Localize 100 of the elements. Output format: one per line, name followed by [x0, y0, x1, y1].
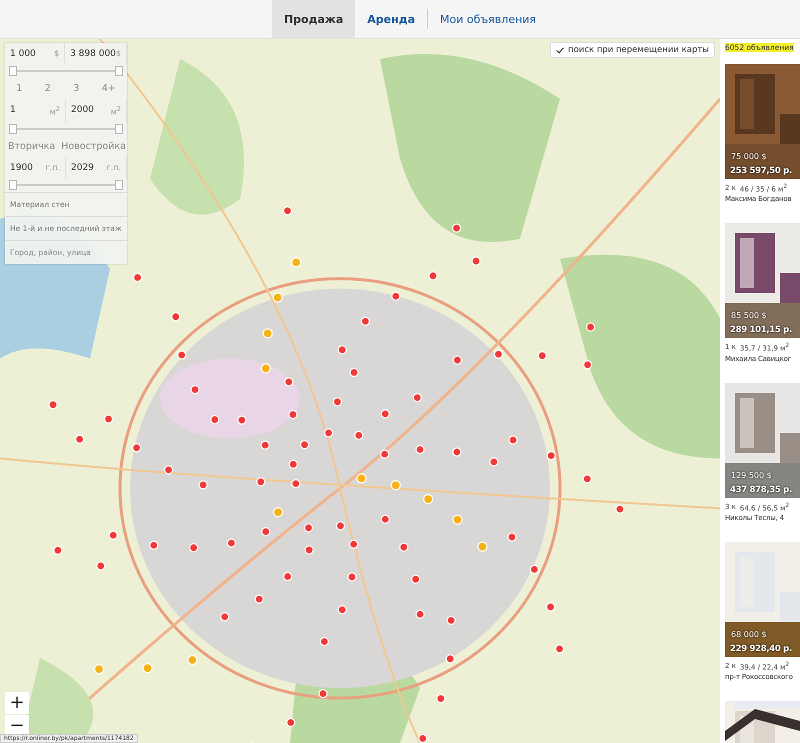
map-pin[interactable] — [336, 521, 346, 530]
map-pin[interactable] — [471, 256, 481, 266]
map-pin[interactable] — [347, 572, 357, 582]
map-pin[interactable] — [452, 224, 462, 233]
map-pin[interactable] — [428, 271, 438, 280]
map-pin[interactable] — [283, 572, 292, 582]
map-pin[interactable] — [380, 409, 390, 418]
map-pin[interactable] — [538, 351, 547, 360]
slider-handle[interactable] — [115, 66, 123, 76]
map-pin[interactable] — [380, 450, 390, 459]
map-pin[interactable] — [399, 542, 408, 552]
map-pin[interactable] — [304, 545, 314, 555]
map-pin[interactable] — [508, 435, 518, 445]
map-pin[interactable] — [338, 345, 347, 354]
price-byn: 437 878,35 р. — [730, 484, 792, 495]
map-pin[interactable] — [582, 474, 592, 484]
input-field[interactable]: 1 м$^{2}$ — [5, 99, 66, 123]
map-pin[interactable] — [254, 594, 264, 604]
map-pin[interactable] — [416, 610, 425, 619]
map-pin[interactable] — [288, 410, 298, 420]
input-field[interactable]: 1 000 $ — [5, 43, 66, 65]
map-pin[interactable] — [452, 447, 462, 457]
map-pin[interactable] — [354, 430, 364, 440]
search-on-move-checkbox[interactable]: поиск при перемещении карты — [550, 42, 715, 58]
map-pin[interactable] — [411, 574, 420, 584]
map-pin[interactable] — [418, 734, 428, 743]
map-pin[interactable] — [189, 543, 198, 552]
map-pin[interactable] — [96, 561, 106, 570]
map-pin[interactable] — [507, 532, 517, 542]
price-usd: 68 000 $ — [731, 630, 767, 639]
map-pin[interactable] — [452, 355, 462, 365]
map-pin[interactable] — [391, 292, 400, 301]
map-pin[interactable] — [171, 312, 180, 322]
map-pin[interactable] — [190, 384, 200, 394]
map-pin[interactable] — [108, 530, 118, 540]
price-usd: 129 500 $ — [731, 470, 772, 480]
map-pin[interactable] — [349, 368, 359, 378]
map-pin[interactable] — [177, 350, 186, 360]
map-pin[interactable] — [338, 605, 347, 614]
map-pin[interactable] — [133, 272, 142, 282]
map-pin[interactable] — [583, 360, 592, 370]
map-pin[interactable] — [53, 546, 62, 555]
map-pin[interactable] — [256, 477, 266, 486]
map-pin[interactable] — [415, 444, 425, 454]
map-pin[interactable] — [586, 322, 596, 332]
map-pin[interactable] — [304, 523, 314, 532]
map-pin[interactable] — [282, 206, 292, 216]
tab[interactable]: Аренда — [355, 0, 428, 38]
map-pin[interactable] — [75, 434, 84, 444]
map-pin[interactable] — [300, 440, 310, 450]
input-field[interactable]: 1900 г.п. — [5, 156, 66, 179]
map-pin[interactable] — [164, 465, 174, 474]
map-pin[interactable] — [554, 644, 564, 654]
map-pin[interactable] — [360, 316, 370, 326]
input-field[interactable]: 2029 г.п. — [66, 156, 127, 179]
map-pin[interactable] — [530, 564, 539, 574]
slider-handle[interactable] — [115, 124, 123, 134]
slider-handle[interactable] — [9, 124, 17, 134]
map-pin[interactable] — [132, 443, 142, 452]
map-pin[interactable] — [210, 414, 220, 424]
map-pin[interactable] — [436, 694, 446, 704]
map-pin[interactable] — [546, 602, 556, 612]
map-pin[interactable] — [260, 440, 270, 450]
price-byn: 229 928,40 р. — [730, 644, 792, 654]
price-byn: 253 597,50 р. — [730, 166, 792, 176]
map-pin[interactable] — [104, 414, 114, 424]
map-pin[interactable] — [261, 527, 270, 536]
slider-handle[interactable] — [9, 66, 17, 76]
map-pin[interactable] — [237, 416, 246, 425]
map-pin[interactable] — [198, 480, 208, 490]
map-pin[interactable] — [320, 636, 329, 646]
map-pin[interactable] — [220, 612, 230, 622]
map-pin[interactable] — [349, 540, 358, 549]
map-pin[interactable] — [324, 428, 334, 438]
map-pin[interactable] — [494, 350, 504, 359]
map-pin[interactable] — [446, 616, 456, 625]
price-byn: 289 101,15 р. — [730, 325, 792, 336]
price-usd: 85 500 $ — [731, 311, 767, 320]
map-pin[interactable] — [149, 540, 158, 550]
map-pin[interactable] — [291, 479, 300, 488]
map-pin[interactable] — [48, 400, 58, 410]
input-field[interactable]: 2000 м$^{2}$ — [66, 99, 127, 123]
map-pin[interactable] — [615, 504, 624, 514]
tab[interactable]: Мои объявления — [428, 0, 548, 38]
slider-handle[interactable] — [9, 180, 17, 190]
map-pin[interactable] — [318, 689, 328, 698]
map-pin[interactable] — [288, 460, 298, 469]
map-pin[interactable] — [489, 457, 498, 466]
input-field[interactable]: 3 898 000$ — [65, 43, 127, 65]
map-pin[interactable] — [546, 451, 556, 460]
slider-handle[interactable] — [115, 180, 123, 190]
tab[interactable]: Продажа — [272, 0, 356, 38]
map-pin[interactable] — [226, 538, 236, 548]
map-pin[interactable] — [412, 393, 422, 402]
map-pin[interactable] — [286, 718, 296, 728]
map-pin[interactable] — [332, 397, 342, 406]
map-pin[interactable] — [380, 514, 390, 524]
map-pin[interactable] — [284, 377, 294, 386]
zoom-in-button[interactable]: + — [5, 692, 29, 714]
map-pin[interactable] — [446, 654, 455, 664]
